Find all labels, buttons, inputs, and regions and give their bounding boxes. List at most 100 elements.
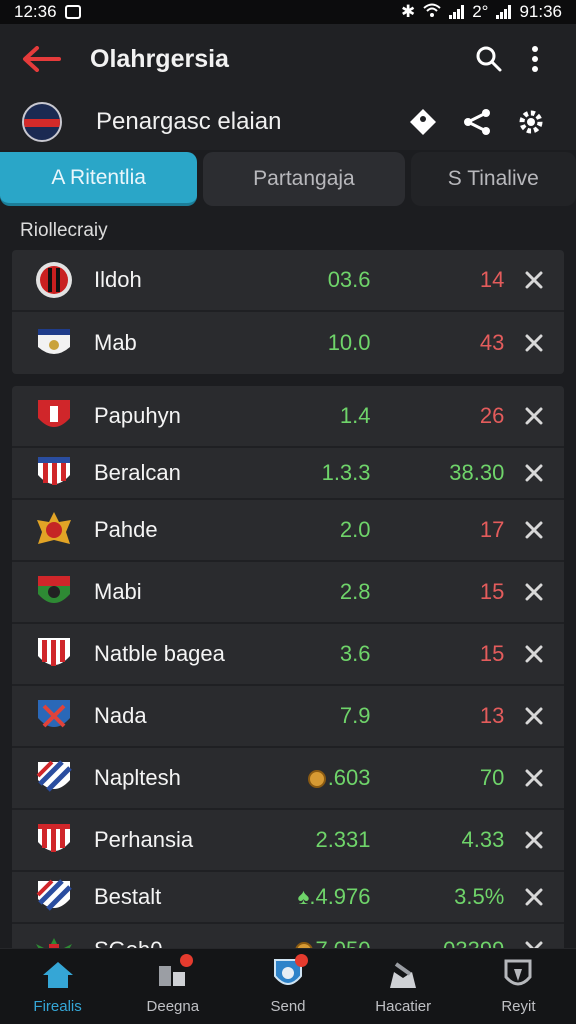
wifi-icon [423, 2, 441, 22]
value-a: 2.0 [339, 517, 371, 542]
crest-red-stripes-icon [34, 633, 74, 675]
nav-label: Send [270, 998, 306, 1015]
value-b: 38.30 [449, 460, 505, 485]
more-vertical-icon [532, 46, 538, 72]
crest-blue-cross-icon [34, 695, 74, 737]
crest-red-white-stripes-icon [34, 452, 74, 494]
team-name: Natble bagea [94, 641, 225, 666]
crest-blue-white-icon [34, 322, 74, 364]
league-logo [22, 102, 62, 142]
tab-bar: A Ritentlia Partangaja S Tinalive [0, 152, 576, 210]
crest-gold-star-icon [34, 509, 74, 551]
crest-red-shield-icon [34, 395, 74, 437]
table-row[interactable]: Papuhyn 1.4 26 [12, 386, 564, 448]
nav-item-stats[interactable]: Deegna [115, 949, 230, 1024]
value-a: 3.6 [339, 641, 371, 666]
value-a: 1.4 [339, 403, 371, 428]
table-row[interactable]: Mab 10.0 43 [12, 312, 564, 374]
team-name: Bestalt [94, 884, 162, 909]
pin-icon [410, 109, 436, 135]
remove-button[interactable] [516, 645, 552, 663]
signal-icon-2 [496, 5, 512, 19]
team-name: Mab [94, 330, 137, 355]
crest-blue-red-stripes-icon [34, 876, 74, 918]
notification-icon [64, 5, 81, 19]
nav-item-send[interactable]: Send [230, 949, 345, 1024]
nav-label: Deegna [146, 998, 200, 1015]
table-row[interactable]: Napltesh .603 70 [12, 748, 564, 810]
value-a: 2.331 [315, 827, 371, 852]
signal-icon [449, 5, 465, 19]
close-icon [525, 583, 543, 601]
share-button[interactable] [454, 99, 500, 145]
back-button[interactable] [18, 36, 64, 82]
remove-button[interactable] [516, 407, 552, 425]
table-row[interactable]: Mabi 2.8 15 [12, 562, 564, 624]
close-icon [525, 464, 543, 482]
nav-item-badge[interactable]: Reyit [461, 949, 576, 1024]
league-header: Penargasc elaian [0, 94, 576, 150]
team-name: Perhansia [94, 827, 194, 852]
league-title: Penargasc elaian [96, 108, 282, 135]
close-icon [525, 645, 543, 663]
table-row[interactable]: Ildoh 03.6 14 [12, 250, 564, 312]
table-row[interactable]: Nada 7.9 13 [12, 686, 564, 748]
team-name: Beralcan [94, 460, 181, 485]
remove-button[interactable] [516, 888, 552, 906]
value-b: 15 [479, 641, 505, 666]
table-row[interactable]: Bestalt ♠.4.976 3.5% [12, 872, 564, 924]
page-title: Olahrgersia [90, 44, 229, 73]
value-b: 70 [479, 765, 505, 790]
table-row[interactable]: Natble bagea 3.6 15 [12, 624, 564, 686]
badge-icon [500, 958, 536, 992]
remove-button[interactable] [516, 583, 552, 601]
team-name: Pahde [94, 517, 158, 542]
remove-button[interactable] [516, 334, 552, 352]
remove-button[interactable] [516, 271, 552, 289]
tab-first[interactable]: A Ritentlia [0, 152, 198, 206]
value-a: .603 [246, 765, 371, 791]
search-icon [476, 46, 502, 72]
pin-button[interactable] [400, 99, 446, 145]
close-icon [525, 831, 543, 849]
value-b: 26 [479, 403, 505, 428]
search-button[interactable] [466, 36, 512, 82]
status-bar: 12:36 ✱ 2° 91:36 [0, 0, 576, 24]
status-time-left: 12:36 [14, 2, 57, 21]
table-row[interactable]: Perhansia 2.331 4.33 [12, 810, 564, 872]
coin-icon [307, 770, 326, 788]
tab-second[interactable]: Partangaja [203, 152, 405, 206]
close-icon [525, 407, 543, 425]
group-1: Papuhyn 1.4 26 Beralcan 1.3.3 38.30 Pahd… [12, 386, 564, 976]
remove-button[interactable] [516, 769, 552, 787]
team-name: Ildoh [94, 267, 142, 292]
nav-label: Reyit [501, 998, 536, 1015]
remove-button[interactable] [516, 521, 552, 539]
close-icon [525, 271, 543, 289]
nav-item-home[interactable]: Firealis [0, 949, 115, 1024]
crest-red-black-stripes-icon [34, 259, 74, 301]
table-row[interactable]: Beralcan 1.3.3 38.30 [12, 448, 564, 500]
crest-blue-red-stripes-icon [34, 757, 74, 799]
close-icon [525, 707, 543, 725]
tab-third[interactable]: S Tinalive [410, 152, 576, 206]
more-button[interactable] [512, 36, 558, 82]
crest-red-white-stripes-icon [34, 819, 74, 861]
settings-button[interactable] [508, 99, 554, 145]
group-0: Ildoh 03.6 14 Mab 10.0 43 [12, 250, 564, 374]
remove-button[interactable] [516, 831, 552, 849]
value-a: ♠.4.976 [297, 884, 371, 909]
bottom-nav: Firealis Deegna Send Hacatier Reyit [0, 948, 576, 1024]
nav-item-trophy[interactable]: Hacatier [346, 949, 461, 1024]
status-battery: 2° [472, 2, 489, 21]
share-icon [464, 109, 490, 135]
arrow-left-icon [23, 46, 61, 72]
remove-button[interactable] [516, 464, 552, 482]
value-a: 1.3.3 [321, 460, 371, 485]
value-a: 2.8 [339, 579, 371, 604]
section-label: Riollecraiy [20, 220, 108, 241]
table-row[interactable]: Pahde 2.0 17 [12, 500, 564, 562]
value-b: 15 [479, 579, 505, 604]
remove-button[interactable] [516, 707, 552, 725]
standings-list: Ildoh 03.6 14 Mab 10.0 43 Papuhyn 1.4 26… [12, 250, 564, 976]
